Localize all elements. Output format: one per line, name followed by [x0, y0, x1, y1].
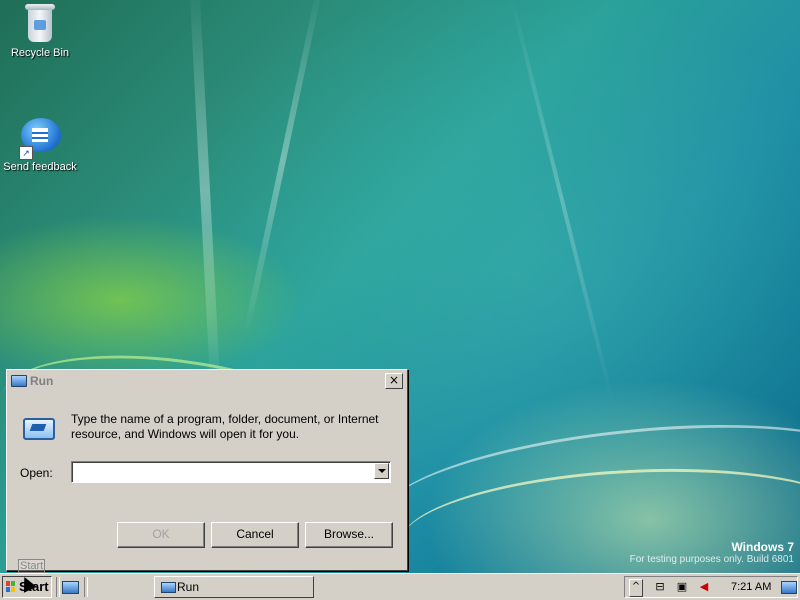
send-feedback-icon: ↗: [19, 118, 61, 160]
taskbar-separator: [84, 577, 88, 597]
watermark-title: Windows 7: [731, 540, 794, 554]
run-task-icon: [161, 582, 176, 593]
windows-logo-icon: [6, 581, 16, 592]
wallpaper-streak: [509, 0, 615, 405]
safely-remove-icon[interactable]: ▣: [675, 580, 689, 594]
taskbar-button-run[interactable]: Run: [154, 576, 314, 598]
dialog-titlebar[interactable]: Run ×: [8, 371, 406, 391]
network-icon[interactable]: ⊟: [653, 580, 667, 594]
show-desktop-quicklaunch-icon[interactable]: [62, 581, 79, 594]
run-title-icon: [11, 375, 27, 387]
desktop-icon-label: Recycle Bin: [10, 47, 70, 59]
run-dialog: Run × Type the name of a program, folder…: [6, 369, 408, 571]
build-watermark: Windows 7 For testing purposes only. Bui…: [630, 540, 794, 565]
recycle-bin-icon: [25, 2, 55, 42]
dialog-description: Type the name of a program, folder, docu…: [71, 412, 379, 441]
dialog-title: Run: [30, 374, 54, 388]
open-label: Open:: [20, 466, 53, 480]
run-program-icon: [23, 418, 55, 440]
desktop-icon-send-feedback[interactable]: ↗ Send feedback: [0, 118, 80, 173]
close-button[interactable]: ×: [385, 373, 403, 389]
desktop-icon-label: Send feedback: [3, 161, 77, 173]
close-icon: ×: [388, 373, 400, 387]
show-desktop-icon[interactable]: [781, 581, 797, 594]
cancel-button[interactable]: Cancel: [211, 522, 299, 548]
watermark-subtitle: For testing purposes only. Build 6801: [629, 554, 794, 565]
shortcut-arrow-icon: ↗: [19, 146, 33, 160]
clock[interactable]: 7:21 AM: [731, 577, 771, 597]
browse-button[interactable]: Browse...: [305, 522, 393, 548]
volume-muted-icon[interactable]: ◀: [697, 580, 711, 594]
tray-expand-icon[interactable]: ^: [629, 579, 643, 597]
start-tooltip: Start: [18, 559, 46, 573]
system-tray: ^ ⊟ ▣ ◀ 7:21 AM: [624, 576, 798, 598]
open-combobox[interactable]: [71, 461, 391, 483]
taskbar-separator: [56, 577, 60, 597]
desktop-icon-recycle-bin[interactable]: Recycle Bin: [0, 2, 80, 59]
taskbar-button-label: Run: [177, 580, 200, 594]
taskbar: Start Run ^ ⊟ ▣ ◀ 7:21 AM: [0, 573, 800, 600]
ok-button[interactable]: OK: [117, 522, 205, 548]
wallpaper-streak: [189, 0, 221, 400]
wallpaper-streak: [242, 0, 324, 337]
chevron-down-icon[interactable]: [374, 463, 389, 479]
